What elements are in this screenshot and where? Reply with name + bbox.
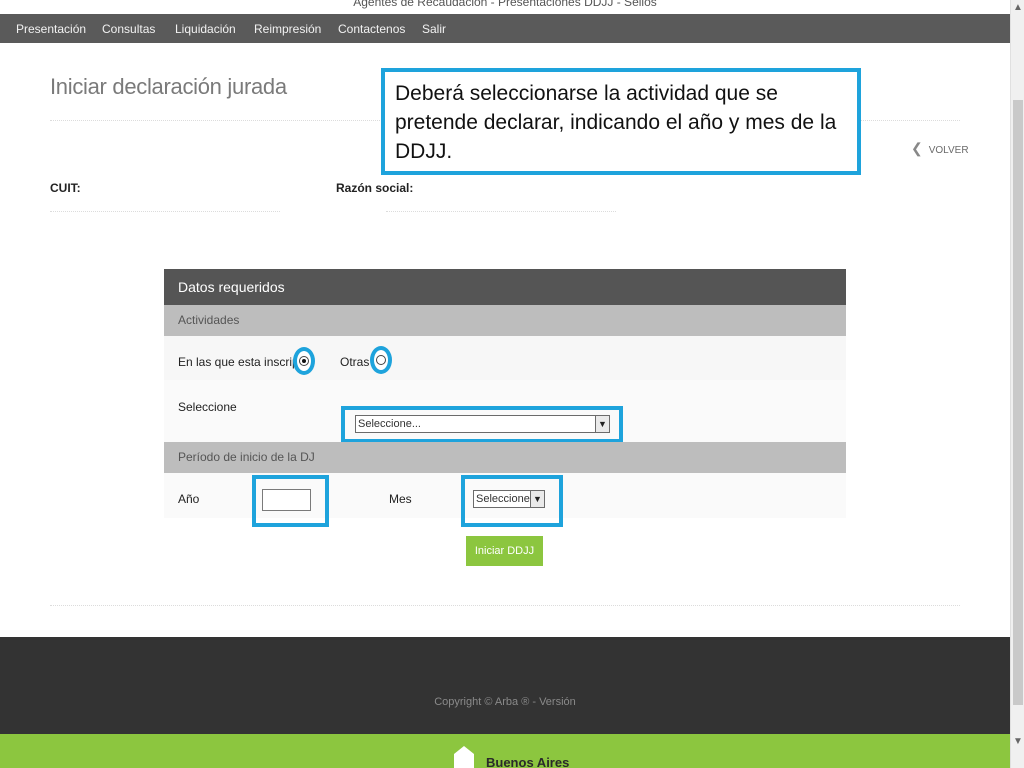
nav-item-presentacion[interactable]: Presentación xyxy=(16,14,86,43)
chevron-left-icon: ❮ xyxy=(911,140,923,156)
page: Agentes de Recaudación - Presentaciones … xyxy=(0,0,1024,768)
form-header: Datos requeridos xyxy=(164,269,846,305)
seleccione-label: Seleccione xyxy=(178,400,237,414)
chevron-down-icon[interactable]: ▼ xyxy=(595,416,609,432)
bottom-divider xyxy=(50,605,960,606)
scroll-thumb[interactable] xyxy=(1013,100,1023,705)
actividades-section: Actividades xyxy=(164,305,846,336)
cuit-underline xyxy=(50,211,280,212)
chevron-down-icon[interactable]: ▼ xyxy=(530,491,544,507)
mes-label: Mes xyxy=(389,492,412,506)
anio-label: Año xyxy=(178,492,200,506)
volver-link[interactable]: ❮ VOLVER xyxy=(911,140,969,157)
radio-inscripto[interactable] xyxy=(299,356,309,366)
vertical-scrollbar[interactable]: ▲ ▼ xyxy=(1010,0,1024,768)
volver-label: VOLVER xyxy=(928,145,969,156)
radio-inscripto-label: En las que esta inscripto xyxy=(178,355,309,369)
radio-otras-label: Otras xyxy=(340,355,370,369)
main-nav: Presentación Consultas Liquidación Reimp… xyxy=(0,14,1010,43)
radio-otras[interactable] xyxy=(376,355,386,365)
nav-item-consultas[interactable]: Consultas xyxy=(102,14,155,43)
radio-inscripto-highlight[interactable] xyxy=(293,347,315,375)
scroll-up-arrow-icon[interactable]: ▲ xyxy=(1012,2,1024,14)
window-title: Agentes de Recaudación - Presentaciones … xyxy=(0,0,1010,12)
razon-social-label: Razón social: xyxy=(336,181,414,195)
cuit-label: CUIT: xyxy=(50,181,81,195)
nav-item-liquidacion[interactable]: Liquidación xyxy=(175,14,236,43)
anio-input[interactable] xyxy=(262,489,311,511)
iniciar-ddjj-button[interactable]: Iniciar DDJJ xyxy=(466,536,543,566)
periodo-section: Período de inicio de la DJ xyxy=(164,442,846,473)
footer-logo-text: Buenos Aires xyxy=(486,755,570,768)
actividad-select-value: Seleccione... xyxy=(358,418,421,430)
mes-select[interactable]: Seleccione... ▼ xyxy=(473,490,545,508)
nav-item-salir[interactable]: Salir xyxy=(422,14,446,43)
footer xyxy=(0,637,1010,734)
instruction-callout: Deberá seleccionarse la actividad que se… xyxy=(381,68,861,175)
copyright-text: Copyright © Arba ® - Versión xyxy=(434,696,576,708)
buenos-aires-logo-icon xyxy=(454,746,474,768)
actividad-select[interactable]: Seleccione... ▼ xyxy=(355,415,610,433)
scroll-down-arrow-icon[interactable]: ▼ xyxy=(1012,736,1024,748)
page-title: Iniciar declaración jurada xyxy=(50,74,287,99)
nav-item-reimpresion[interactable]: Reimpresión xyxy=(254,14,321,43)
nav-item-contactenos[interactable]: Contactenos xyxy=(338,14,405,43)
radio-otras-highlight[interactable] xyxy=(370,346,392,374)
razon-social-underline xyxy=(386,211,616,212)
